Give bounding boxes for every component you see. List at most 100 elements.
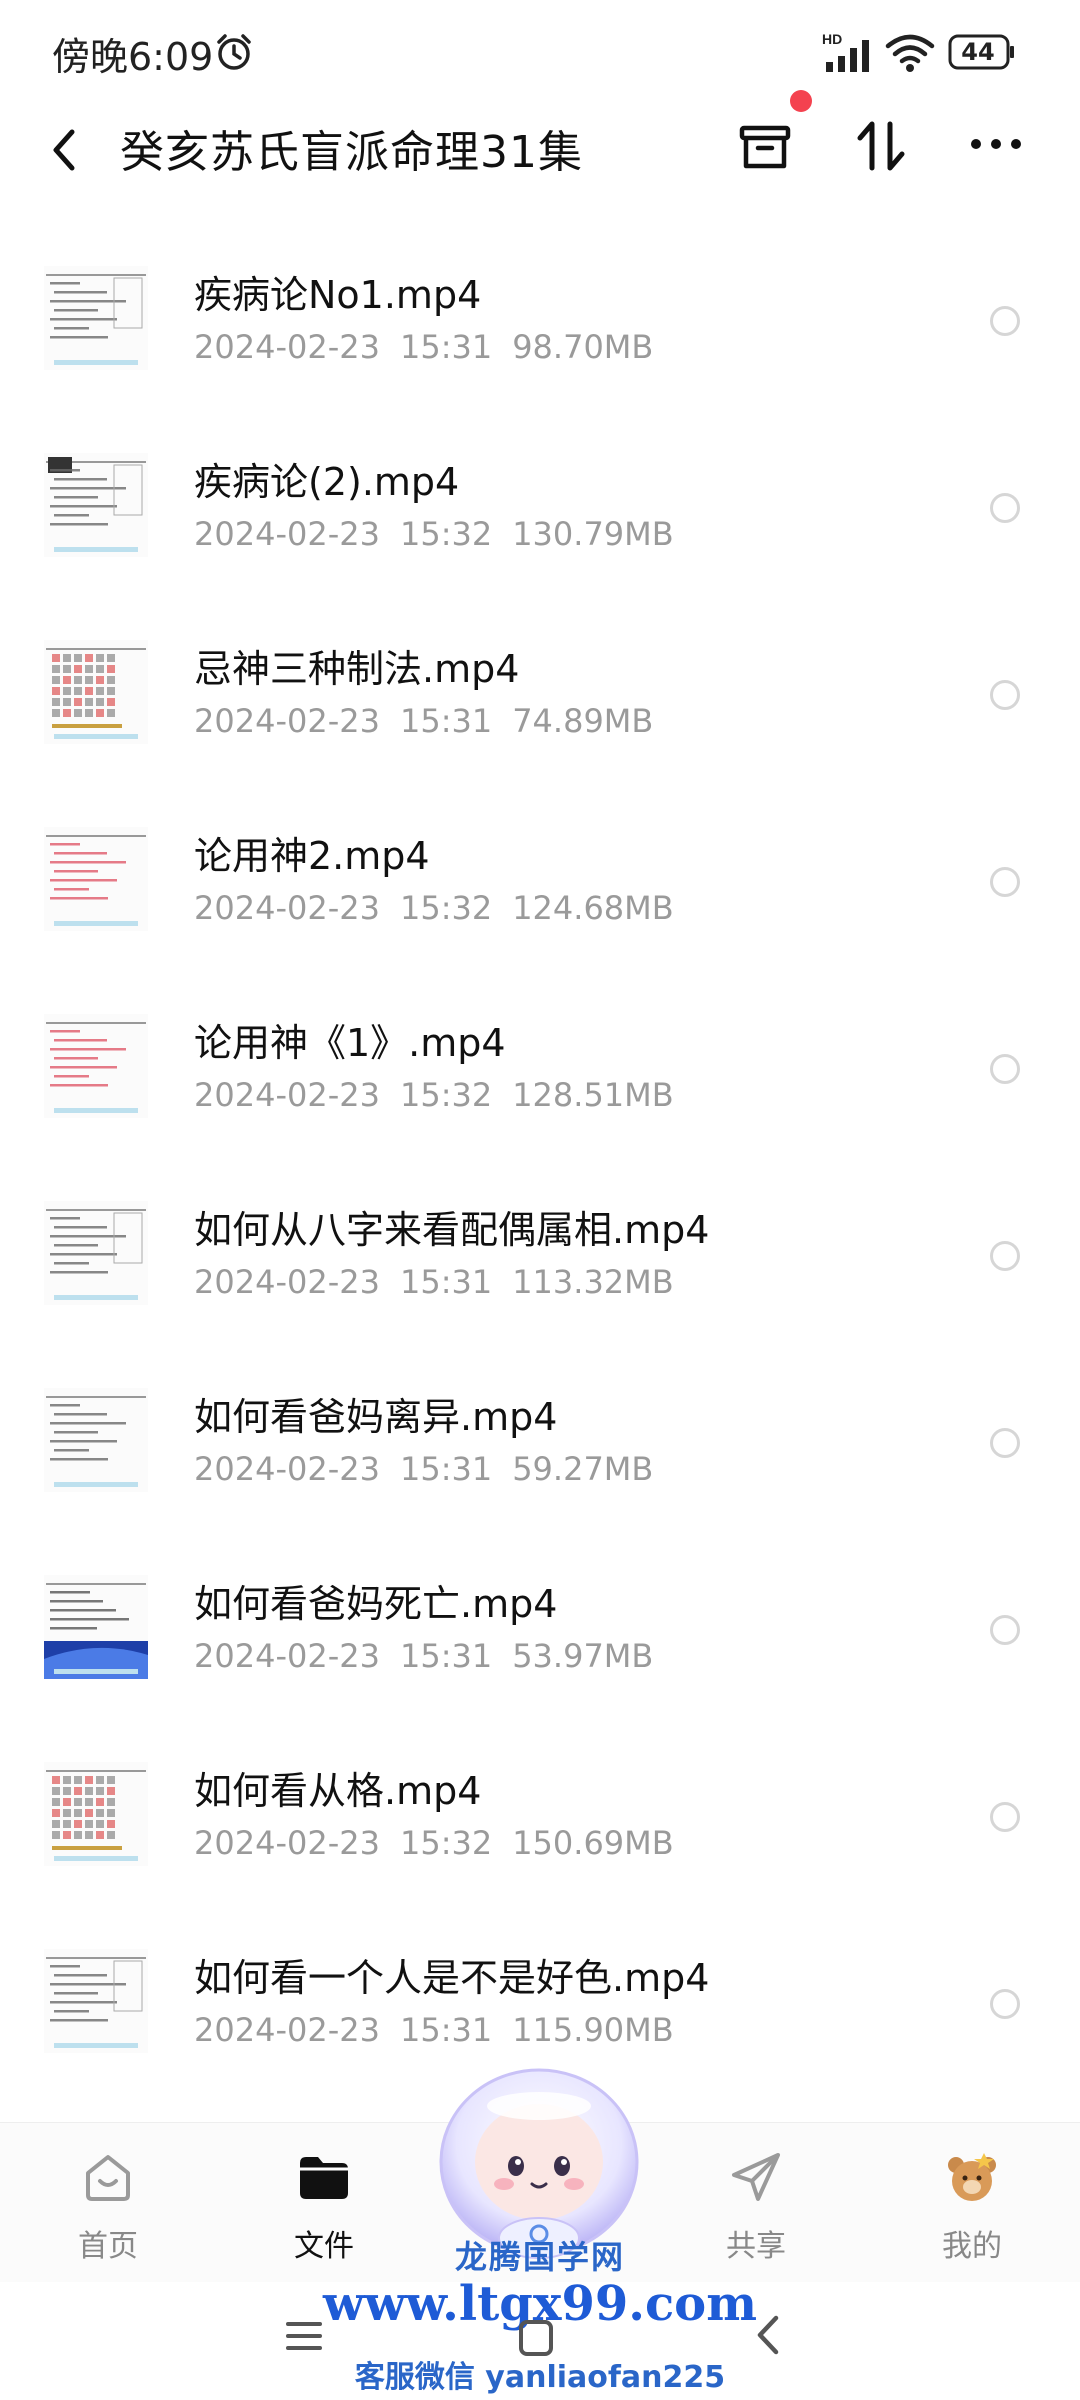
file-row[interactable]: 如何看爸妈死亡.mp4 2024-02-23 15:31 53.97MB xyxy=(0,1539,1080,1726)
file-size: 113.32MB xyxy=(512,1263,674,1301)
file-row[interactable]: 论用神《1》.mp4 2024-02-23 15:32 128.51MB xyxy=(0,978,1080,1165)
file-time: 15:31 xyxy=(399,328,493,366)
thumbnail-image xyxy=(44,1575,148,1679)
top-app-bar: 癸亥苏氏盲派命理31集 xyxy=(0,90,1080,230)
file-date: 2024-02-23 xyxy=(194,1824,380,1862)
file-name: 如何看从格.mp4 xyxy=(194,1769,482,1813)
select-radio[interactable] xyxy=(990,1428,1020,1458)
thumbnail-image xyxy=(44,1949,148,2053)
battery-level: 44 xyxy=(961,38,995,66)
file-name: 论用神《1》.mp4 xyxy=(194,1021,506,1065)
file-name: 疾病论No1.mp4 xyxy=(194,273,482,317)
file-thumbnail xyxy=(44,1201,148,1305)
system-menu-icon[interactable] xyxy=(284,2316,324,2356)
transfer-box-icon[interactable] xyxy=(736,118,794,176)
file-meta: 2024-02-23 15:31 98.70MB xyxy=(194,328,673,366)
page-title: 癸亥苏氏盲派命理31集 xyxy=(120,127,583,178)
file-time: 15:32 xyxy=(399,1824,493,1862)
file-row[interactable]: 如何看从格.mp4 2024-02-23 15:32 150.69MB xyxy=(0,1726,1080,1913)
status-bar: 傍晚6:09 HD 44 xyxy=(0,0,1080,100)
file-row[interactable]: 如何看爸妈离异.mp4 2024-02-23 15:31 59.27MB xyxy=(0,1352,1080,1539)
file-date: 2024-02-23 xyxy=(194,515,380,553)
file-thumbnail xyxy=(44,640,148,744)
file-time: 15:32 xyxy=(399,515,493,553)
status-time: 傍晚6:09 xyxy=(52,35,214,79)
select-radio[interactable] xyxy=(990,1989,1020,2019)
file-size: 128.51MB xyxy=(512,1076,674,1114)
file-size: 53.97MB xyxy=(512,1637,654,1675)
select-radio[interactable] xyxy=(990,1802,1020,1832)
file-row[interactable]: 论用神2.mp4 2024-02-23 15:32 124.68MB xyxy=(0,791,1080,978)
file-meta: 2024-02-23 15:31 113.32MB xyxy=(194,1263,694,1301)
select-radio[interactable] xyxy=(990,1615,1020,1645)
notification-dot xyxy=(790,90,812,112)
file-size: 98.70MB xyxy=(512,328,654,366)
file-row[interactable]: 如何从八字来看配偶属相.mp4 2024-02-23 15:31 113.32MB xyxy=(0,1165,1080,1352)
folder-icon xyxy=(300,2157,348,2199)
thumbnail-image xyxy=(44,1201,148,1305)
file-meta: 2024-02-23 15:32 124.68MB xyxy=(194,889,694,927)
file-thumbnail xyxy=(44,1388,148,1492)
file-size: 124.68MB xyxy=(512,889,674,927)
file-thumbnail xyxy=(44,1949,148,2053)
file-row[interactable]: 疾病论(2).mp4 2024-02-23 15:32 130.79MB xyxy=(0,417,1080,604)
file-time: 15:31 xyxy=(399,702,493,740)
back-arrow-icon[interactable] xyxy=(44,122,84,178)
file-meta: 2024-02-23 15:31 74.89MB xyxy=(194,702,673,740)
file-thumbnail xyxy=(44,1575,148,1679)
file-thumbnail xyxy=(44,827,148,931)
file-size: 115.90MB xyxy=(512,2011,674,2049)
file-time: 15:31 xyxy=(399,1263,493,1301)
more-options-icon[interactable] xyxy=(968,134,1024,154)
watermark-title: 龙腾国学网 xyxy=(454,2238,625,2276)
select-radio[interactable] xyxy=(990,1054,1020,1084)
file-time: 15:31 xyxy=(399,1637,493,1675)
file-meta: 2024-02-23 15:32 128.51MB xyxy=(194,1076,694,1114)
thumbnail-image xyxy=(44,266,148,370)
file-meta: 2024-02-23 15:31 59.27MB xyxy=(194,1450,673,1488)
file-size: 74.89MB xyxy=(512,702,654,740)
file-size: 150.69MB xyxy=(512,1824,674,1862)
select-radio[interactable] xyxy=(990,867,1020,897)
file-name: 如何从八字来看配偶属相.mp4 xyxy=(194,1208,710,1252)
home-icon xyxy=(86,2155,130,2201)
file-date: 2024-02-23 xyxy=(194,1450,380,1488)
file-meta: 2024-02-23 15:31 53.97MB xyxy=(194,1637,673,1675)
file-row[interactable]: 疾病论No1.mp4 2024-02-23 15:31 98.70MB xyxy=(0,230,1080,417)
file-thumbnail xyxy=(44,453,148,557)
share-plane-icon xyxy=(732,2153,780,2201)
network-label: HD xyxy=(822,31,842,47)
sort-icon[interactable] xyxy=(856,116,906,176)
select-radio[interactable] xyxy=(990,493,1020,523)
file-thumbnail xyxy=(44,1014,148,1118)
watermark-contact: 客服微信 yanliaofan225 xyxy=(354,2360,726,2395)
file-time: 15:31 xyxy=(399,1450,493,1488)
file-thumbnail xyxy=(44,1762,148,1866)
file-time: 15:32 xyxy=(399,889,493,927)
file-thumbnail xyxy=(44,266,148,370)
alarm-clock-icon xyxy=(217,34,251,70)
file-date: 2024-02-23 xyxy=(194,1263,380,1301)
file-meta: 2024-02-23 15:32 150.69MB xyxy=(194,1824,694,1862)
file-date: 2024-02-23 xyxy=(194,1076,380,1114)
file-date: 2024-02-23 xyxy=(194,2011,380,2049)
file-name: 忌神三种制法.mp4 xyxy=(194,647,520,691)
file-name: 如何看爸妈死亡.mp4 xyxy=(194,1582,558,1626)
file-time: 15:31 xyxy=(399,2011,493,2049)
thumbnail-image xyxy=(44,1388,148,1492)
file-time: 15:32 xyxy=(399,1076,493,1114)
file-name: 如何看爸妈离异.mp4 xyxy=(194,1395,558,1439)
select-radio[interactable] xyxy=(990,680,1020,710)
thumbnail-image xyxy=(44,453,148,557)
file-row[interactable]: 忌神三种制法.mp4 2024-02-23 15:31 74.89MB xyxy=(0,604,1080,791)
file-name: 如何看一个人是不是好色.mp4 xyxy=(194,1956,710,2000)
select-radio[interactable] xyxy=(990,306,1020,336)
select-radio[interactable] xyxy=(990,1241,1020,1271)
file-name: 论用神2.mp4 xyxy=(194,834,430,878)
thumbnail-image xyxy=(44,827,148,931)
file-date: 2024-02-23 xyxy=(194,328,380,366)
thumbnail-image xyxy=(44,1014,148,1118)
bear-avatar-icon xyxy=(948,2153,996,2201)
file-meta: 2024-02-23 15:31 115.90MB xyxy=(194,2011,694,2049)
cellular-signal-icon: HD xyxy=(822,31,869,72)
